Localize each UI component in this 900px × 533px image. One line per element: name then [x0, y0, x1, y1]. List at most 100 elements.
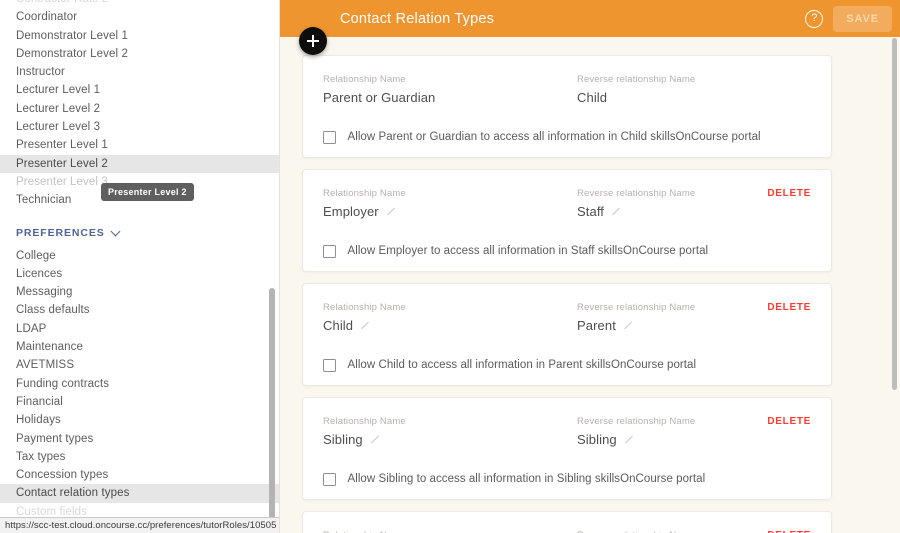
card-fields-row: Relationship Name Child Reverse relationsh… [323, 302, 811, 333]
relationship-name-field: Relationship Name Employer [323, 188, 577, 219]
relationship-name-field: Relationship Name Child [323, 302, 577, 333]
reverse-relationship-name-field: Reverse relationship Name Child [577, 74, 831, 105]
delete-link[interactable]: DELETE [767, 302, 811, 313]
reverse-relationship-name-value[interactable]: Parent [577, 318, 831, 333]
relationship-name-text: Employer [323, 204, 379, 219]
card-fields-row: Relationship Name Parent or Guardian Rever… [323, 74, 811, 105]
reverse-relationship-name-text: Staff [577, 204, 605, 219]
content-scroll-area: Relationship Name Parent or Guardian Rever… [280, 37, 900, 533]
app-root: Contractor Rate 2 CoordinatorDemonstrato… [0, 0, 900, 533]
sidebar-preferences-list: College Licences Messaging Class defaults LD… [0, 247, 279, 521]
allow-access-row: Allow Child to access all information in… [323, 359, 811, 372]
reverse-relationship-name-label: Reverse relationship Name [577, 74, 696, 85]
sidebar-item-lecturer-level-1[interactable]: Lecturer Level 1 [0, 81, 279, 99]
sidebar-item-presenter-level-1[interactable]: Presenter Level 1 [0, 136, 279, 154]
relationship-name-text: Parent or Guardian [323, 90, 436, 105]
sidebar-item-financial[interactable]: Financial [0, 393, 279, 411]
pencil-edit-icon[interactable] [360, 321, 369, 330]
allow-access-checkbox[interactable] [323, 245, 336, 258]
save-button[interactable]: SAVE [833, 5, 892, 32]
relationship-name-label: Relationship Name [323, 74, 406, 85]
allow-access-label: Allow Sibling to access all information … [347, 473, 706, 486]
sidebar-item-demonstrator-level-1[interactable]: Demonstrator Level 1 [0, 27, 279, 45]
relationship-name-field: Relationship Name Parent or Guardian [323, 74, 577, 105]
sidebar-group-preferences[interactable]: PREFERENCES [0, 219, 279, 247]
reverse-relationship-name-value[interactable]: Child [577, 90, 831, 105]
allow-access-row: Allow Employer to access all information… [323, 245, 811, 258]
relationship-name-text: Sibling [323, 432, 363, 447]
allow-access-checkbox[interactable] [323, 359, 336, 372]
relationship-name-label: Relationship Name [323, 416, 406, 427]
allow-access-row: Allow Parent or Guardian to access all i… [323, 131, 811, 144]
top-bar: Contact Relation Types ? SAVE [280, 0, 900, 37]
sidebar-item-messaging[interactable]: Messaging [0, 283, 279, 301]
relationship-name-value[interactable]: Parent or Guardian [323, 90, 577, 105]
card-fields-row: Relationship Name Sibling Reverse relation… [323, 416, 811, 447]
tooltip-presenter-level-2: Presenter Level 2 [101, 183, 194, 201]
sidebar-item-college[interactable]: College [0, 247, 279, 265]
reverse-relationship-name-value[interactable]: Staff [577, 204, 831, 219]
card-fields-row: Relationship Name Employer Reverse relatio… [323, 188, 811, 219]
pencil-edit-icon[interactable] [624, 435, 633, 444]
content-scrollbar-thumb[interactable] [892, 38, 897, 390]
relationship-name-value[interactable]: Employer [323, 204, 577, 219]
allow-access-checkbox[interactable] [323, 131, 336, 144]
sidebar-item-demonstrator-level-2[interactable]: Demonstrator Level 2 [0, 45, 279, 63]
pencil-edit-icon[interactable] [370, 435, 379, 444]
sidebar-item-presenter-level-2[interactable]: Presenter Level 2 [0, 154, 279, 173]
reverse-relationship-name-value[interactable]: Sibling [577, 432, 831, 447]
relationship-name-label: Relationship Name [323, 188, 406, 199]
relationship-name-label: Relationship Name [323, 302, 406, 313]
relation-type-card: Relationship Name Sibling Reverse relation… [302, 397, 832, 500]
sidebar-scrollbar-track[interactable] [268, 0, 277, 533]
top-bar-actions: ? SAVE [805, 5, 900, 32]
sidebar-item-ldap[interactable]: LDAP [0, 320, 279, 338]
sidebar-item-licences[interactable]: Licences [0, 265, 279, 283]
relationship-name-value[interactable]: Sibling [323, 432, 577, 447]
sidebar-scroll-area: Contractor Rate 2 CoordinatorDemonstrato… [0, 0, 279, 521]
sidebar-item-coordinator[interactable]: Coordinator [0, 8, 279, 26]
sidebar-item-contact-relation-types[interactable]: Contact relation types [0, 484, 279, 503]
chevron-down-icon [112, 227, 121, 236]
relation-type-card: Relationship NameReverse relationship Na… [302, 511, 832, 533]
reverse-relationship-name-text: Sibling [577, 432, 617, 447]
relationship-name-text: Child [323, 318, 354, 333]
sidebar-scrollbar-thumb[interactable] [268, 288, 275, 533]
sidebar-item-class-defaults[interactable]: Class defaults [0, 301, 279, 319]
reverse-relationship-name-text: Parent [577, 318, 616, 333]
allow-access-row: Allow Sibling to access all information … [323, 473, 811, 486]
page-title: Contact Relation Types [340, 10, 495, 27]
sidebar-item-lecturer-level-3[interactable]: Lecturer Level 3 [0, 118, 279, 136]
delete-link[interactable]: DELETE [767, 416, 811, 427]
sidebar-item-cut-top[interactable]: Contractor Rate 2 [0, 0, 279, 8]
add-relation-type-button[interactable] [299, 27, 327, 55]
help-circle-icon[interactable]: ? [805, 9, 824, 28]
sidebar-item-lecturer-level-2[interactable]: Lecturer Level 2 [0, 100, 279, 118]
main-panel: Contact Relation Types ? SAVE Relationsh… [280, 0, 900, 533]
sidebar-item-payment-types[interactable]: Payment types [0, 430, 279, 448]
reverse-relationship-name-text: Child [577, 90, 608, 105]
sidebar-item-funding-contracts[interactable]: Funding contracts [0, 375, 279, 393]
relation-type-card: Relationship Name Parent or Guardian Rever… [302, 55, 832, 158]
sidebar-item-avetmiss[interactable]: AVETMISS [0, 356, 279, 374]
relation-type-card: Relationship Name Child Reverse relationsh… [302, 283, 832, 386]
pencil-edit-icon[interactable] [386, 207, 395, 216]
sidebar-item-holidays[interactable]: Holidays [0, 411, 279, 429]
allow-access-label: Allow Employer to access all information… [347, 245, 709, 258]
sidebar: Contractor Rate 2 CoordinatorDemonstrato… [0, 0, 280, 533]
relation-type-cards: Relationship Name Parent or Guardian Rever… [280, 37, 900, 533]
allow-access-label: Allow Parent or Guardian to access all i… [347, 131, 761, 144]
allow-access-label: Allow Child to access all information in… [347, 359, 697, 372]
relationship-name-value[interactable]: Child [323, 318, 577, 333]
sidebar-item-instructor[interactable]: Instructor [0, 63, 279, 81]
sidebar-tutor-roles-list: Coordinator Demonstrator Level 1 Demonstra… [0, 8, 279, 209]
sidebar-item-tax-types[interactable]: Tax types [0, 448, 279, 466]
allow-access-checkbox[interactable] [323, 473, 336, 486]
pencil-edit-icon[interactable] [611, 207, 620, 216]
status-bar-url: https://scc-test.cloud.oncourse.cc/prefe… [0, 517, 279, 533]
sidebar-item-maintenance[interactable]: Maintenance [0, 338, 279, 356]
sidebar-item-concession-types[interactable]: Concession types [0, 466, 279, 484]
pencil-edit-icon[interactable] [623, 321, 632, 330]
relation-type-card: Relationship Name Employer Reverse relatio… [302, 169, 832, 272]
delete-link[interactable]: DELETE [767, 188, 811, 199]
